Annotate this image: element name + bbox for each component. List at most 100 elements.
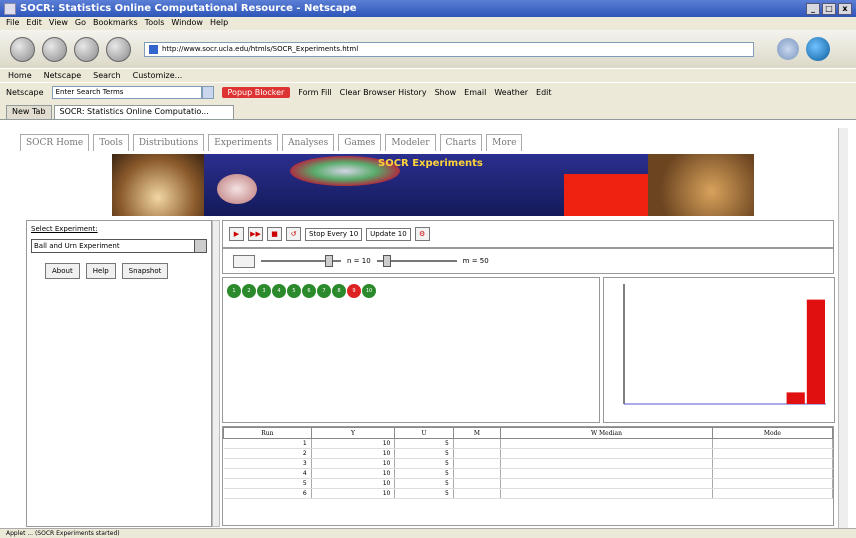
socr-tab-tools[interactable]: Tools: [93, 134, 129, 151]
table-header[interactable]: U: [394, 427, 454, 439]
form-fill-button[interactable]: Form Fill: [298, 88, 331, 97]
experiment-selected-value: Ball and Urn Experiment: [34, 242, 120, 250]
socr-tab-games[interactable]: Games: [338, 134, 382, 151]
ball-row: 1 2 3 4 5 6 7 8 9 10: [227, 284, 376, 298]
socr-tab-more[interactable]: More: [486, 134, 523, 151]
menu-window[interactable]: Window: [171, 18, 203, 29]
back-icon[interactable]: [10, 36, 35, 62]
personal-toolbar: Home Netscape Search Customize...: [0, 68, 856, 82]
tab-socr[interactable]: SOCR: Statistics Online Computatio...: [53, 105, 234, 119]
table-cell: [500, 468, 713, 479]
table-row: 6 10 5: [223, 488, 833, 499]
popup-blocker-button[interactable]: Popup Blocker: [221, 87, 291, 98]
bookmark-home[interactable]: Home: [8, 71, 32, 80]
table-cell: 5: [394, 488, 454, 499]
experiment-select-label: Select Experiment:: [31, 225, 98, 233]
netscape-brand[interactable]: Netscape: [6, 88, 44, 97]
banner-brain-image: [217, 174, 257, 204]
menu-tools[interactable]: Tools: [145, 18, 165, 29]
splitter-scrollbar[interactable]: [212, 220, 220, 527]
snapshot-button[interactable]: Snapshot: [121, 263, 169, 279]
stop-every-select[interactable]: Stop Every 10: [305, 227, 363, 241]
favicon-icon: [149, 44, 158, 54]
search-dropdown-icon[interactable]: [201, 86, 214, 99]
clear-history-button[interactable]: Clear Browser History: [340, 88, 427, 97]
experiment-select[interactable]: Ball and Urn Experiment: [31, 239, 207, 253]
results-table: Run Y U M W Median Mode 1 10 5 2 10 5 3 10 5 4 10 5 5 10 5 6…: [223, 427, 833, 499]
bookmark-search[interactable]: Search: [93, 71, 120, 80]
bars-group: [786, 299, 825, 404]
banner-red-block: [564, 174, 648, 216]
address-bar[interactable]: http://www.socr.ucla.edu/htmls/SOCR_Expe…: [144, 41, 754, 57]
socr-tab-home[interactable]: SOCR Home: [20, 134, 90, 151]
show-button[interactable]: Show: [435, 88, 457, 97]
table-cell: [453, 438, 502, 449]
update-select[interactable]: Update 10: [366, 227, 411, 241]
n-slider-knob[interactable]: [325, 255, 333, 267]
table-header[interactable]: W Median: [500, 427, 713, 439]
menu-file[interactable]: File: [6, 18, 19, 29]
weather-button[interactable]: Weather: [494, 88, 528, 97]
email-button[interactable]: Email: [464, 88, 486, 97]
table-cell: [453, 458, 502, 469]
socr-banner: SOCR Experiments: [112, 154, 754, 216]
minimize-button[interactable]: _: [806, 2, 820, 15]
chevron-down-icon[interactable]: [194, 240, 206, 252]
table-cell: [712, 458, 833, 469]
table-header[interactable]: M: [452, 427, 502, 439]
maximize-button[interactable]: □: [822, 2, 836, 15]
table-header[interactable]: Run: [223, 427, 312, 439]
stop-button[interactable]: ■: [267, 227, 282, 241]
edit-button[interactable]: Edit: [536, 88, 552, 97]
table-cell: [500, 458, 713, 469]
table-header[interactable]: Mode: [711, 427, 833, 439]
forward-icon[interactable]: [42, 36, 67, 62]
n-slider[interactable]: [261, 255, 341, 267]
m-slider[interactable]: [376, 255, 457, 267]
table-cell: 10: [311, 488, 396, 499]
search-icon[interactable]: [777, 38, 799, 60]
stop-icon[interactable]: [106, 36, 131, 62]
help-button[interactable]: Help: [85, 263, 116, 279]
m-slider-knob[interactable]: [382, 255, 391, 267]
socr-tab-charts[interactable]: Charts: [439, 134, 483, 151]
menu-view[interactable]: View: [49, 18, 68, 29]
netscape-logo-icon: [806, 37, 830, 61]
menu-help[interactable]: Help: [210, 18, 228, 29]
tab-new[interactable]: New Tab: [6, 105, 52, 119]
socr-navtabs: SOCR Home Tools Distributions Experiment…: [20, 134, 523, 151]
urn-ball-panel: 1 2 3 4 5 6 7 8 9 10: [222, 277, 600, 423]
step-button[interactable]: ▶: [229, 227, 244, 241]
parameter-dropdown[interactable]: [233, 254, 255, 268]
table-cell: [453, 448, 502, 459]
run-button[interactable]: ▶▶: [248, 227, 263, 241]
table-cell: [453, 478, 502, 489]
bookmark-netscape[interactable]: Netscape: [44, 71, 82, 80]
options-icon[interactable]: ⚙: [414, 227, 430, 241]
close-button[interactable]: x: [838, 2, 852, 15]
n-slider-label: n = 10: [347, 257, 371, 265]
web-search-input[interactable]: Enter Search Terms: [51, 86, 202, 99]
menu-go[interactable]: Go: [75, 18, 86, 29]
bookmark-customize[interactable]: Customize...: [133, 71, 183, 80]
menu-bookmarks[interactable]: Bookmarks: [93, 18, 138, 29]
window-title: SOCR: Statistics Online Computational Re…: [20, 3, 357, 14]
socr-tab-analyses[interactable]: Analyses: [282, 134, 335, 151]
about-button[interactable]: About: [45, 263, 80, 279]
banner-photo-hall: [112, 154, 204, 216]
socr-tab-experiments[interactable]: Experiments: [208, 134, 279, 151]
socr-tab-distributions[interactable]: Distributions: [132, 134, 205, 151]
page-scrollbar[interactable]: [838, 128, 848, 528]
chart-bar: [786, 392, 805, 404]
parameter-slider-bar: n = 10 m = 50: [222, 248, 834, 274]
m-slider-label: m = 50: [462, 257, 489, 265]
table-header[interactable]: Y: [310, 427, 396, 439]
reload-icon[interactable]: [74, 36, 99, 62]
table-row: 3 10 5: [223, 458, 833, 469]
browser-tabstrip: New Tab SOCR: Statistics Online Computat…: [0, 102, 856, 120]
socr-tab-modeler[interactable]: Modeler: [385, 134, 436, 151]
table-cell: 5: [394, 438, 454, 449]
reset-button[interactable]: ↺: [286, 227, 301, 241]
table-row: 4 10 5: [223, 468, 833, 479]
menu-edit[interactable]: Edit: [26, 18, 42, 29]
